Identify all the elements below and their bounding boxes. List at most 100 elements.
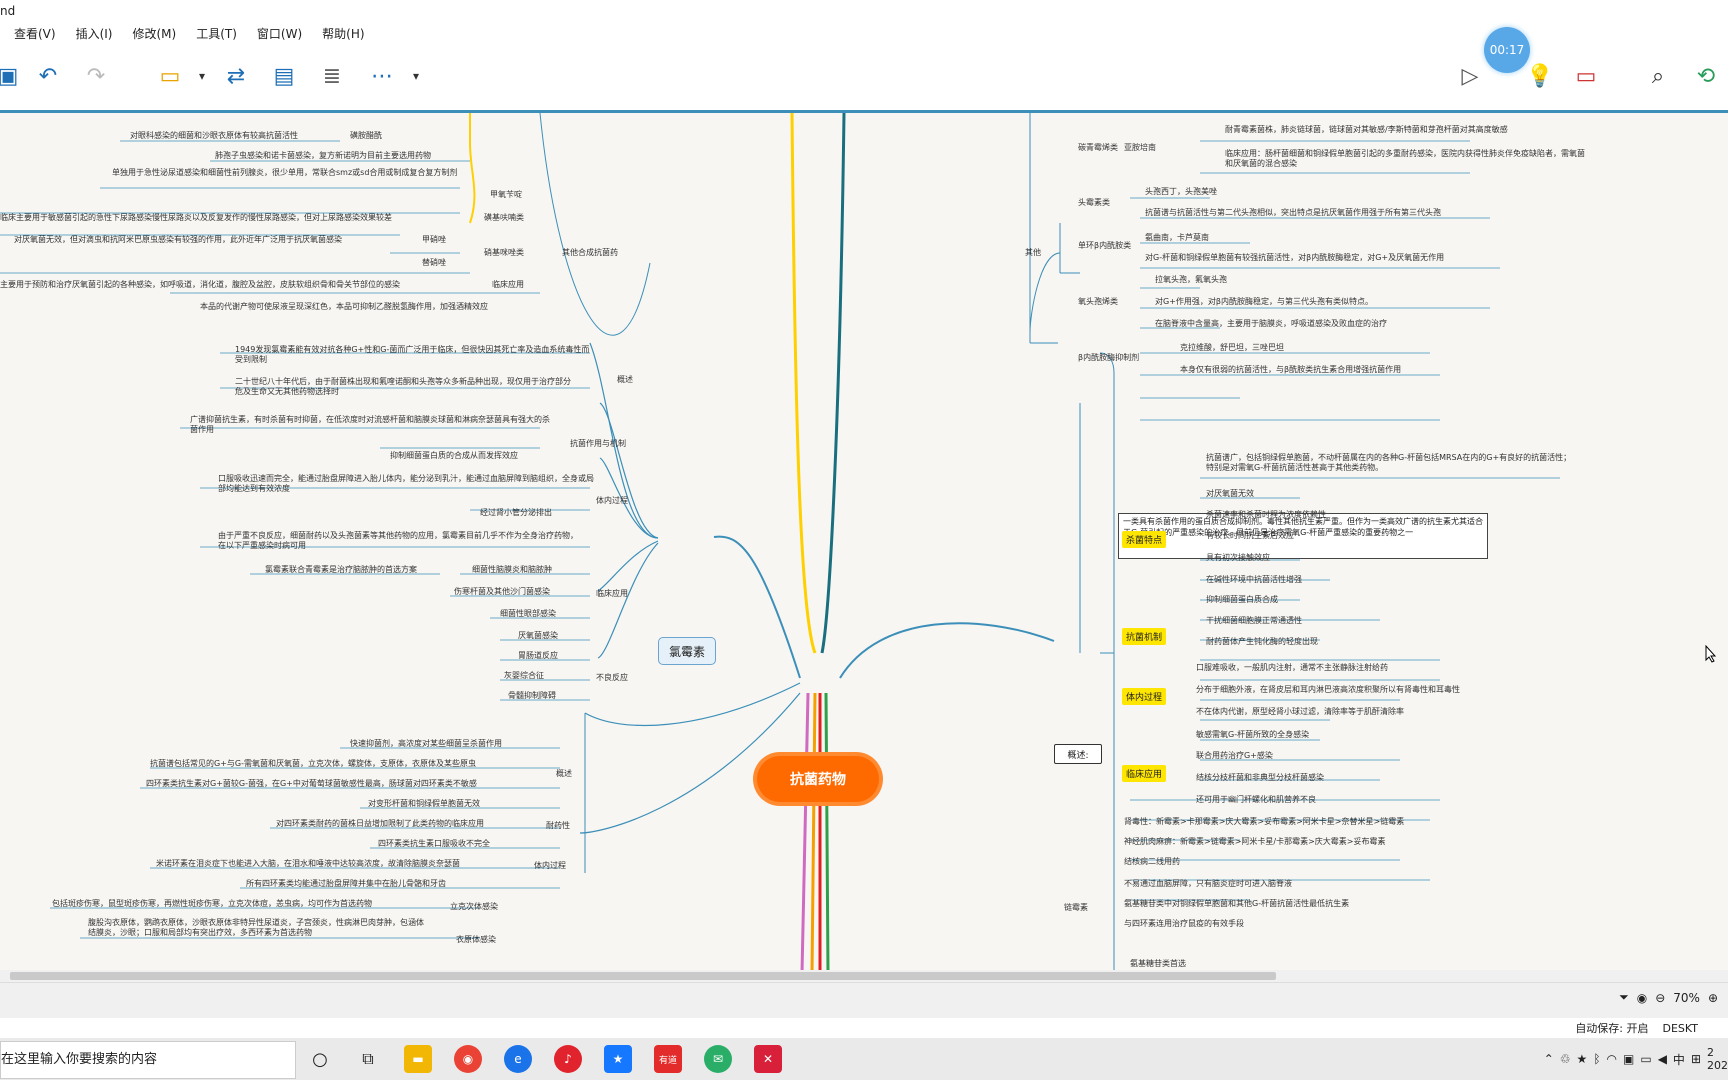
root-topic[interactable]: 抗菌药物 — [757, 756, 879, 802]
tray-app-icon[interactable]: ▣ — [1623, 1052, 1634, 1066]
left-node[interactable]: 主要用于预防和治疗厌氧菌引起的各种感染，如呼吸道，消化道，腹腔及盆腔，皮肤软组织… — [0, 280, 400, 290]
menu-insert[interactable]: 插入(I) — [68, 22, 121, 44]
menu-window[interactable]: 窗口(W) — [249, 22, 310, 44]
left-node[interactable]: 四环素类抗生素对G+菌较G-菌强，在G+中对葡萄球菌敏感性最高，肠球菌对四环素类… — [146, 779, 477, 789]
left-node[interactable]: 骨髓抑制障碍 — [508, 691, 556, 701]
left-node[interactable]: 腹股沟衣原体，鹦鹉衣原体，沙眼衣原体非特异性尿道炎，子宫颈炎，性病淋巴肉芽肿，包… — [88, 918, 428, 938]
right-node[interactable]: 与四环素连用治疗鼠疫的有效手段 — [1124, 919, 1244, 929]
right-node[interactable]: 单环β内酰胺类 — [1078, 241, 1131, 251]
chevron-up-icon[interactable]: ⌃ — [1544, 1052, 1554, 1066]
left-node[interactable]: 单独用于急性泌尿道感染和细菌性前列腺炎，很少单用，常联合smz或sd合用或制成复… — [112, 168, 472, 178]
zoom-out-icon[interactable]: ⊖ — [1655, 991, 1665, 1005]
menu-help[interactable]: 帮助(H) — [314, 22, 372, 44]
right-node[interactable]: 肾毒性：新霉素>卡那霉素>庆大霉素>妥布霉素>阿米卡星>奈替米星>链霉素 — [1124, 817, 1404, 827]
scrollbar-thumb[interactable] — [10, 972, 1276, 980]
left-node[interactable]: 甲氧苄啶 — [490, 190, 522, 200]
xmind-icon[interactable]: ✕ — [754, 1045, 782, 1073]
left-node[interactable]: 本品的代谢产物可使尿液呈现深红色，本品可抑制乙醛脱氢酶作用，加强酒精效应 — [200, 302, 488, 312]
right-node[interactable]: 链霉素 — [1064, 903, 1088, 913]
right-node[interactable]: 头霉素类 — [1078, 198, 1110, 208]
right-node[interactable]: 耐青霉素菌株，肺炎链球菌，链球菌对其敏感/李斯特菌和芽孢杆菌对其高度敏感 — [1225, 125, 1508, 135]
right-node[interactable]: 杀菌特点 — [1122, 531, 1167, 548]
right-node[interactable]: 在碱性环境中抗菌活性增强 — [1206, 575, 1302, 585]
left-node[interactable]: 胃肠道反应 — [518, 651, 558, 661]
right-node[interactable]: 氧头孢烯类 — [1078, 297, 1118, 307]
right-node[interactable]: 抗菌谱广，包括铜绿假单胞菌，不动杆菌属在内的各种G-杆菌包括MRSA在内的G+有… — [1206, 453, 1576, 473]
netease-music-icon[interactable]: ♪ — [554, 1045, 582, 1073]
right-node[interactable]: 对G+作用强，对β内酰胺酶稳定，与第三代头孢有类似特点。 — [1155, 297, 1373, 307]
left-node[interactable]: 口服吸收迅速而完全，能通过胎盘屏障进入胎儿体内，能分泌到乳汁，能通过血脑屏障到脑… — [218, 474, 598, 494]
left-node[interactable]: 伤寒杆菌及其他沙门菌感染 — [454, 587, 550, 597]
battery-icon[interactable]: ▭ — [1640, 1052, 1651, 1066]
left-node[interactable]: 快速抑菌剂，高浓度对某些细菌呈杀菌作用 — [350, 739, 502, 749]
right-node[interactable]: 氨基糖苷类中对铜绿假单胞菌和其他G-杆菌抗菌活性最低抗生素 — [1124, 899, 1349, 909]
right-node[interactable]: 敏感需氧G-杆菌所致的全身感染 — [1196, 730, 1309, 740]
left-node[interactable]: 临床应用 — [596, 589, 628, 599]
menu-tools[interactable]: 工具(T) — [188, 22, 245, 44]
left-node[interactable]: 经过肾小管分泌排出 — [480, 508, 552, 518]
left-node[interactable]: 厌氧菌感染 — [518, 631, 558, 641]
left-node[interactable]: 广谱抑菌抗生素，有时杀菌有时抑菌，在低浓度时对流感杆菌和脑膜炎球菌和淋病奈瑟菌具… — [190, 415, 550, 435]
filter-icon[interactable]: ⏷ — [1619, 990, 1629, 1005]
right-node[interactable]: 氨曲南，卡芦莫南 — [1145, 233, 1209, 243]
right-node[interactable]: 在脑脊液中含量高，主要用于脑膜炎，呼吸道感染及败血症的治疗 — [1155, 319, 1387, 329]
topic-icon[interactable]: ▭ — [152, 58, 188, 94]
wechat-icon[interactable]: ✉ — [704, 1045, 732, 1073]
youdao-icon[interactable]: 有道 — [654, 1045, 682, 1073]
lightbulb-icon[interactable]: 💡 — [1522, 58, 1558, 94]
left-node[interactable]: 甲硝唑 — [422, 235, 446, 245]
right-node[interactable]: 不在体内代谢，原型经肾小球过滤，清除率等于肌酐清除率 — [1196, 707, 1404, 717]
right-node[interactable]: 体内过程 — [1122, 688, 1167, 705]
right-node[interactable]: 其他 — [1025, 248, 1041, 258]
left-node[interactable]: 四环素类抗生素口服吸收不完全 — [378, 839, 490, 849]
right-node[interactable]: 亚胺培南 — [1124, 143, 1156, 153]
relationship-icon[interactable]: ⇄ — [218, 58, 254, 94]
right-node[interactable]: 杀菌速率和杀菌时程为浓度依赖性 — [1206, 510, 1326, 520]
app-icon[interactable]: ★ — [604, 1045, 632, 1073]
right-node[interactable]: 抑制细菌蛋白质合成 — [1206, 595, 1278, 605]
left-node[interactable]: 立克次体感染 — [450, 902, 498, 912]
menu-modify[interactable]: 修改(M) — [124, 22, 184, 44]
tray-app-icon[interactable]: ★ — [1577, 1052, 1588, 1066]
share-icon[interactable]: ⟲ — [1688, 58, 1724, 94]
right-node[interactable]: 氨基糖苷类首选 — [1130, 959, 1186, 969]
right-node[interactable]: 结核病二线用药 — [1124, 857, 1180, 867]
left-node[interactable]: 概述 — [556, 769, 572, 779]
topic-overview[interactable]: 概述: — [1054, 744, 1102, 764]
right-node[interactable]: 神经肌肉麻痹：新霉素>链霉素>阿米卡星/卡那霉素>庆大霉素>妥布霉素 — [1124, 837, 1386, 847]
right-node[interactable]: 对厌氧菌无效 — [1206, 489, 1254, 499]
left-node[interactable]: 对厌氧菌无效，但对滴虫和抗阿米巴原虫感染有较强的作用，此外近年广泛用于抗厌氧菌感… — [14, 235, 342, 245]
left-node[interactable]: 临床主要用于敏感菌引起的急性下尿路感染慢性尿路炎以及反复发作的慢性尿路感染，但对… — [0, 213, 392, 223]
right-node[interactable]: 碳青霉烯类 — [1078, 143, 1118, 153]
left-node[interactable]: 对变形杆菌和铜绿假单胞菌无效 — [368, 799, 480, 809]
subtopic-icon[interactable]: ▤ — [266, 58, 302, 94]
left-node[interactable]: 磺基呋喃类 — [484, 213, 524, 223]
chevron-down-icon[interactable]: ▾ — [398, 58, 434, 94]
left-node[interactable]: 对眼科感染的细菌和沙眼衣原体有较高抗菌活性 — [130, 131, 298, 141]
boundary-icon[interactable]: ≣ — [314, 58, 350, 94]
grid-icon[interactable]: ⊞ — [1691, 1052, 1701, 1066]
taskbar-search-input[interactable]: 在这里输入你要搜索的内容 — [0, 1041, 296, 1079]
clock[interactable]: 2 202 — [1707, 1046, 1728, 1072]
left-node[interactable]: 1949发现氯霉素能有效对抗各种G+性和G-菌而广泛用于临床，但很快因其死亡率及… — [235, 345, 595, 365]
left-node[interactable]: 抑制细菌蛋白质的合成从而发挥效应 — [390, 451, 518, 461]
file-explorer-icon[interactable]: ▬ — [404, 1045, 432, 1073]
right-node[interactable]: 具有初次接触效应 — [1206, 553, 1270, 563]
right-node[interactable]: 口服难吸收，一般肌内注射，通常不主张静脉注射给药 — [1196, 663, 1388, 673]
right-node[interactable]: 不易通过血脑屏障，只有脑炎症时可进入脑脊液 — [1124, 879, 1292, 889]
left-node[interactable]: 氯霉素联合青霉素是治疗脑脓肿的首选方案 — [265, 565, 417, 575]
right-node[interactable]: 耐药菌体产生钝化酶的轻度出现 — [1206, 637, 1318, 647]
taskview-icon[interactable]: ⧉ — [354, 1045, 382, 1073]
edge-icon[interactable]: e — [504, 1045, 532, 1073]
more-icon[interactable]: ⋯ — [364, 58, 400, 94]
left-node[interactable]: 硝基咪唑类 — [484, 248, 524, 258]
right-node[interactable]: 临床应用：肠杆菌细菌和铜绿假单胞菌引起的多重耐药感染，医院内获得性肺炎伴免疫缺陷… — [1225, 149, 1585, 169]
task-view-icon[interactable]: ○ — [306, 1045, 334, 1073]
undo-icon[interactable]: ↶ — [30, 58, 66, 94]
right-node[interactable]: 抗菌谱与抗菌活性与第二代头孢相似，突出特点是抗厌氧菌作用强于所有第三代头孢 — [1145, 208, 1441, 218]
menu-view[interactable]: 查看(V) — [0, 22, 64, 44]
left-node[interactable]: 其他合成抗菌药 — [562, 248, 618, 258]
left-node[interactable]: 磺胺醋酰 — [350, 131, 382, 141]
left-node[interactable]: 体内过程 — [596, 496, 628, 506]
right-node[interactable]: 还可用于幽门杆螺化和肌营养不良 — [1196, 795, 1316, 805]
